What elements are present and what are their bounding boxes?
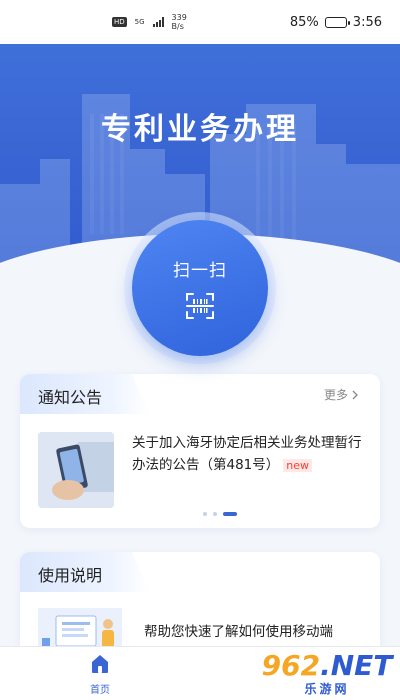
- network-type: 5G: [134, 18, 145, 26]
- status-right: 85% 3:56: [290, 15, 382, 30]
- network-speed-value: 339: [171, 13, 187, 22]
- more-label: 更多: [323, 388, 348, 402]
- home-icon: [92, 655, 108, 673]
- notice-thumbnail: [38, 432, 114, 508]
- battery-percent: 85%: [289, 14, 319, 30]
- notice-card-title: 通知公告: [38, 388, 103, 407]
- hd-badge: HD: [112, 17, 127, 27]
- status-left: HD 5G 339 B/s: [112, 13, 187, 31]
- chevron-right-icon: [352, 390, 358, 399]
- notice-list-item[interactable]: 关于加入海牙协定后相关业务处理暂行办法的公告（第481号） new: [38, 432, 364, 508]
- battery-icon: [324, 16, 350, 28]
- guide-card-title: 使用说明: [38, 566, 103, 585]
- watermark-sub: 乐游网: [304, 682, 350, 696]
- status-bar: HD 5G 339 B/s 85% 3:56: [0, 0, 400, 44]
- notice-item-text: 关于加入海牙协定后相关业务处理暂行办法的公告（第481号） new: [132, 432, 364, 508]
- scan-button[interactable]: 扫一扫: [132, 220, 268, 356]
- notice-card: 通知公告 更多 关于加入海牙协定后相关业务处理暂行办法的公告（第481号） new: [20, 374, 380, 528]
- notice-card-header: 通知公告 更多: [20, 374, 380, 414]
- scan-halo: 扫一扫: [124, 212, 276, 364]
- site-watermark: 962.NET 乐游网: [261, 649, 393, 697]
- page-title: 专利业务办理: [101, 112, 299, 147]
- phone-in-hand-image: [38, 432, 114, 508]
- carousel-dot-active[interactable]: [223, 512, 237, 516]
- carousel-indicator: [203, 512, 237, 516]
- network-speed-unit: B/s: [171, 22, 184, 31]
- watermark-logo: 962.NET: [261, 649, 393, 682]
- carousel-dot[interactable]: [213, 512, 217, 516]
- signal-icon: [152, 17, 164, 27]
- scan-label: 扫一扫: [173, 260, 227, 281]
- tab-home[interactable]: 首页: [80, 653, 120, 697]
- guide-card-header: 使用说明: [20, 552, 380, 592]
- clock: 3:56: [352, 14, 382, 30]
- tab-home-label: 首页: [90, 685, 110, 696]
- network-speed: 339 B/s: [172, 13, 187, 31]
- scan-barcode-icon: [186, 292, 214, 319]
- guide-item-text: 帮助您快速了解如何使用移动端: [144, 624, 333, 640]
- carousel-dot[interactable]: [203, 512, 207, 516]
- more-link[interactable]: 更多: [324, 386, 360, 403]
- new-badge: new: [283, 459, 313, 472]
- notice-item-title: 关于加入海牙协定后相关业务处理暂行办法的公告（第481号）: [132, 435, 362, 473]
